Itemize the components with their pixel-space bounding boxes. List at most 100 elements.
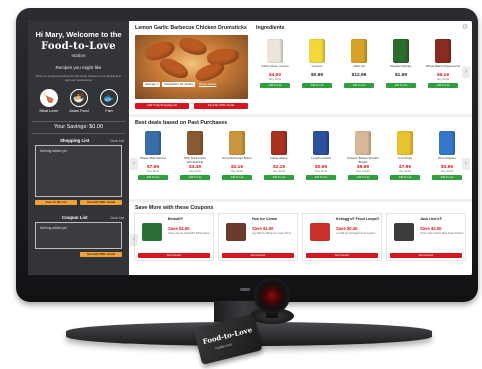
add-to-list-button[interactable]: Add To List: [428, 83, 458, 88]
gear-icon[interactable]: ⚙: [461, 24, 469, 32]
product-name: Smooth Peanut Butter: [222, 157, 252, 160]
product-image[interactable]: [344, 129, 382, 157]
divider: [32, 133, 125, 134]
coupon-brand: Hoo Ice Cream: [252, 217, 278, 221]
product-regular-price: [298, 78, 336, 82]
coupon-description: on ONE (1) Kellogg's® Froot Loops®: [336, 232, 376, 235]
product-package: [355, 131, 371, 155]
product-name: Olive Oil: [353, 65, 365, 68]
product-name: Linguine Pasta: [311, 157, 331, 160]
add-coupon-button[interactable]: Add Coupon: [306, 253, 378, 258]
category-fish[interactable]: 🐟 Fish: [96, 89, 122, 113]
coupon-list-box: Nothing added yet: [35, 222, 122, 249]
send-recipe-button[interactable]: Send My SMS / Email: [194, 103, 248, 109]
coupon-list-title: Coupon List: [62, 215, 88, 220]
category-label: Asian Food: [69, 109, 89, 113]
add-to-list-button[interactable]: Add To List: [138, 175, 168, 180]
add-to-list-button[interactable]: Add To List: [348, 175, 378, 180]
product-image[interactable]: [340, 37, 378, 65]
product-regular-price: Reg. $8.49: [147, 170, 159, 173]
product-image[interactable]: [386, 129, 424, 157]
product-image[interactable]: [298, 37, 336, 65]
add-to-list-button[interactable]: Add To List: [390, 175, 420, 180]
coupon-savings: Save $0.40: [336, 226, 358, 231]
add-to-list-button[interactable]: Add To List: [180, 175, 210, 180]
recipe-image[interactable]: Servings: 4 Preparation: 45 minutes Reci…: [135, 35, 248, 99]
coupon-package: [310, 223, 330, 241]
kiosk-scene: Hi Mary, Welcome to the Food-to-Love sta…: [0, 0, 482, 369]
product-image[interactable]: [176, 129, 214, 157]
recipe-details-link[interactable]: Recipe Details: [197, 82, 218, 87]
deals-title: Best deals based on Past Purchases: [135, 120, 228, 126]
product-image[interactable]: [260, 129, 298, 157]
product-name: Rice Krispies: [438, 157, 456, 160]
coupon-product-image: [390, 221, 418, 243]
product-regular-price: Reg. $10.99: [356, 170, 370, 173]
clear-shopping-list-button[interactable]: Clear List: [110, 139, 124, 143]
add-to-list-button[interactable]: Add To List: [302, 83, 332, 88]
add-coupon-button[interactable]: Add Coupon: [390, 253, 462, 258]
save-to-list-button[interactable]: Save To My List: [35, 200, 77, 205]
clear-coupon-list-button[interactable]: Clear List: [110, 216, 124, 220]
product-card: With Dark Fresh Wholewheat $3.49 Reg. $3.9…: [176, 129, 214, 180]
coupon-brand: Bertolli®: [168, 217, 184, 221]
add-to-list-button[interactable]: Add To List: [306, 175, 336, 180]
add-to-list-button[interactable]: Add To List: [260, 83, 290, 88]
coupon-card: Kellogg's® Froot Loops® Save $0.40 on ONE …: [302, 213, 382, 261]
product-image[interactable]: [424, 37, 462, 65]
sidebar: Hi Mary, Welcome to the Food-to-Love sta…: [28, 21, 129, 275]
product-name: Whole Black Peppercorns: [425, 65, 461, 68]
section-divider: [129, 199, 472, 202]
add-to-list-button[interactable]: Add To List: [222, 175, 252, 180]
coupon-description: off any two (2) of Bertolli® Pasta Sauce: [168, 232, 210, 235]
coupon-card: Bertolli® Save $1.50 off any two (2) of Be…: [134, 213, 214, 261]
section-divider: [129, 114, 472, 117]
recipe-actions: Add To My Shopping List Send My SMS / Em…: [135, 103, 248, 109]
product-regular-price: Reg. $3.99: [189, 170, 201, 173]
add-to-list-button[interactable]: Add To List: [386, 83, 416, 88]
coupon-savings: Save $1.50: [168, 226, 190, 231]
add-coupon-button[interactable]: Add Coupon: [138, 253, 210, 258]
product-package: [439, 131, 455, 155]
shopping-list-empty: Nothing added yet: [40, 149, 67, 153]
product-name: Garlic Clove, Cloves: [261, 65, 289, 68]
product-package: [271, 131, 287, 155]
shopping-list-box: Nothing added yet: [35, 145, 122, 197]
category-meat-lover[interactable]: 🍗 Meat Lover: [36, 89, 62, 113]
barcode-scanner: [254, 278, 290, 314]
send-coupons-button[interactable]: Send My SMS / Email: [80, 252, 122, 257]
product-image[interactable]: [302, 129, 340, 157]
add-to-list-button[interactable]: Add To List: [344, 83, 374, 88]
product-image[interactable]: [218, 129, 256, 157]
chevron-left-icon[interactable]: ‹: [130, 234, 138, 246]
product-package: [313, 131, 329, 155]
product-image[interactable]: [134, 129, 172, 157]
chevron-left-icon[interactable]: ‹: [130, 158, 138, 170]
product-card: Corn Pops $7.99 Reg. $3.99 Add To List: [386, 129, 424, 180]
product-package: [187, 131, 203, 155]
savings-total: Your Savings: $0.00: [53, 124, 104, 130]
product-image[interactable]: [428, 129, 466, 157]
category-label: Fish: [105, 109, 113, 113]
coupon-package: [226, 223, 246, 241]
main-content: ⚙ Lemon Garlic Barbecue Chicken Drumstic…: [129, 21, 472, 275]
coupon-package: [394, 223, 414, 241]
category-label: Meat Lover: [39, 109, 59, 113]
product-image[interactable]: [382, 37, 420, 65]
product-name: With Dark Fresh Wholewheat: [184, 157, 206, 164]
chevron-right-icon[interactable]: ›: [462, 158, 470, 170]
product-package: [145, 131, 161, 155]
coupon-card: Hoo Ice Cream Save $1.00 any ONE (1) Whole…: [218, 213, 298, 261]
chevron-right-icon[interactable]: ›: [462, 66, 470, 78]
add-to-list-button[interactable]: Add To List: [432, 175, 462, 180]
product-image[interactable]: [256, 37, 294, 65]
add-coupon-button[interactable]: Add Coupon: [222, 253, 294, 258]
product-package: [435, 39, 451, 63]
product-package: [309, 39, 325, 63]
product-regular-price: Reg. $3.99: [399, 170, 411, 173]
add-to-list-button[interactable]: Add To List: [264, 175, 294, 180]
category-asian-food[interactable]: 🍜 Asian Food: [66, 89, 92, 113]
product-name: Pasta Sauce: [270, 157, 288, 160]
add-to-shopping-list-button[interactable]: Add To My Shopping List: [135, 103, 189, 109]
send-sms-email-button[interactable]: Send My SMS / Email: [80, 200, 122, 205]
